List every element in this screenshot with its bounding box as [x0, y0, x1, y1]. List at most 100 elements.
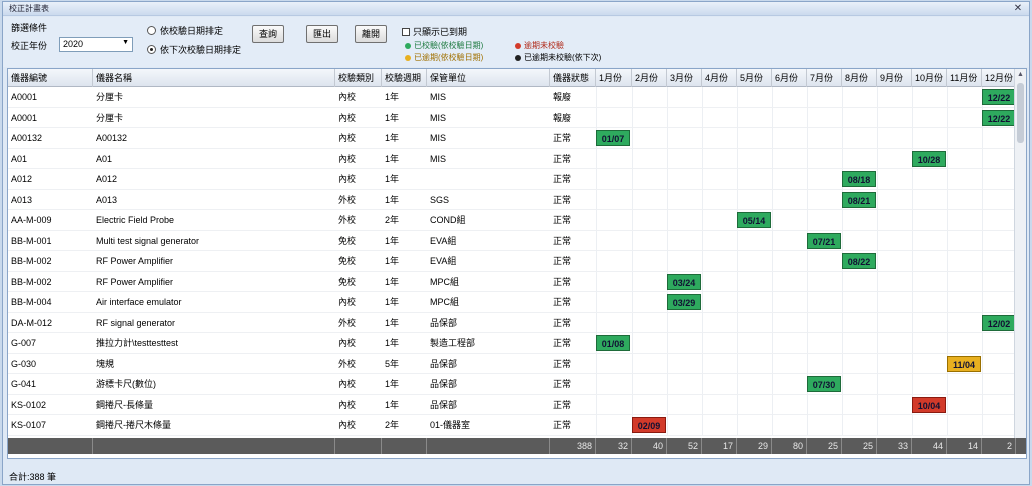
- column-header[interactable]: 5月份: [737, 69, 772, 87]
- calibration-date-badge[interactable]: 01/07: [596, 130, 630, 146]
- query-button[interactable]: 查詢: [252, 25, 284, 43]
- table-row[interactable]: A01 A01 內校 1年 MIS 正常 10/28: [8, 148, 1026, 169]
- cell-status: 報廢: [553, 112, 572, 123]
- cell-id: BB-M-002: [11, 256, 52, 266]
- table-row[interactable]: BB-M-002 RF Power Amplifier 免校 1年 MPC組 正常 03/2…: [8, 271, 1026, 292]
- month-cell: [702, 394, 737, 415]
- cell-name: RF signal generator: [96, 317, 176, 328]
- column-header[interactable]: 2月份: [632, 69, 667, 87]
- month-cell: [842, 312, 877, 333]
- table-row[interactable]: A00132 A00132 內校 1年 MIS 正常 01/07: [8, 128, 1026, 149]
- column-header[interactable]: 6月份: [772, 69, 807, 87]
- month-cell: [667, 251, 702, 271]
- month-cell: [842, 292, 877, 312]
- calibration-date-badge[interactable]: 12/22: [982, 109, 1016, 126]
- calibration-date-badge[interactable]: 05/14: [737, 212, 771, 228]
- calibration-date-badge[interactable]: 08/18: [842, 171, 876, 187]
- table-row[interactable]: A0001 分厘卡 內校 1年 MIS 報廢 12/22: [8, 107, 1026, 128]
- cell-type: 內校: [338, 112, 357, 123]
- column-header[interactable]: 校驗週期: [382, 69, 427, 87]
- month-cell: [632, 394, 667, 415]
- month-cell: [772, 87, 807, 107]
- cell-status: 正常: [553, 317, 572, 328]
- exit-button[interactable]: 離開: [355, 25, 387, 43]
- cell-status: 正常: [553, 194, 572, 205]
- cell-name: 分厘卡: [96, 92, 124, 102]
- radio-by-calibration-date[interactable]: 依校驗日期排定: [147, 24, 223, 37]
- table-row[interactable]: BB-M-002 RF Power Amplifier 免校 1年 EVA組 正常 08/2…: [8, 251, 1026, 272]
- table-row[interactable]: G-041 游標卡尺(數位) 內校 1年 品保部 正常 07/30: [8, 374, 1026, 395]
- calibration-date-badge[interactable]: 10/04: [912, 396, 946, 413]
- column-header[interactable]: 儀器狀態: [550, 69, 596, 87]
- vertical-scrollbar[interactable]: ▲: [1014, 69, 1026, 438]
- year-select[interactable]: 2020 ▼: [59, 37, 133, 52]
- cell-unit: 品保部: [430, 399, 458, 410]
- legend-yellow: 已逾期(依校驗日期): [405, 52, 483, 63]
- total-cell: 2: [982, 438, 1016, 454]
- calibration-date-badge[interactable]: 07/30: [807, 376, 841, 392]
- calibration-date-badge[interactable]: 08/21: [842, 191, 876, 208]
- column-header[interactable]: 12月份: [982, 69, 1016, 87]
- calibration-date-badge[interactable]: 11/04: [947, 355, 981, 372]
- calibration-date-badge[interactable]: 07/21: [807, 232, 841, 249]
- cell-name: RF Power Amplifier: [96, 276, 174, 287]
- scroll-up-icon[interactable]: ▲: [1017, 71, 1024, 78]
- cell-id: AA-M-009: [11, 215, 52, 225]
- month-cell: [982, 333, 1016, 353]
- cell-id: G-041: [11, 379, 37, 389]
- table-row[interactable]: BB-M-001 Multi test signal generator 免校 1年 E…: [8, 230, 1026, 251]
- calibration-date-badge[interactable]: 12/02: [982, 314, 1016, 331]
- total-cell: 388: [550, 438, 596, 454]
- column-header[interactable]: 儀器編號: [8, 69, 93, 87]
- month-cell: [702, 415, 737, 435]
- calibration-date-badge[interactable]: 02/09: [632, 417, 666, 433]
- export-button[interactable]: 匯出: [306, 25, 338, 43]
- column-header[interactable]: 9月份: [877, 69, 912, 87]
- month-cell: [772, 374, 807, 394]
- month-cell: [912, 415, 947, 435]
- month-cell: [737, 312, 772, 333]
- month-cell: [772, 353, 807, 374]
- column-header[interactable]: 7月份: [807, 69, 842, 87]
- table-row[interactable]: KS-0107 鋼捲尺-捲尺木條量 內校 2年 01-儀器室 正常 02/09: [8, 415, 1026, 436]
- column-header[interactable]: 4月份: [702, 69, 737, 87]
- calibration-date-badge[interactable]: 03/24: [667, 273, 701, 290]
- column-header[interactable]: 保管單位: [427, 69, 550, 87]
- month-cell: [807, 107, 842, 128]
- close-icon[interactable]: ✕: [1007, 3, 1029, 14]
- table-row[interactable]: A013 A013 外校 1年 SGS 正常 08/21: [8, 189, 1026, 210]
- column-header[interactable]: 10月份: [912, 69, 947, 87]
- total-cell: 32: [596, 438, 632, 454]
- month-cell: [632, 333, 667, 353]
- table-row[interactable]: G-030 塊規 外校 5年 品保部 正常 11/04: [8, 353, 1026, 374]
- column-header[interactable]: 8月份: [842, 69, 877, 87]
- month-cell: [632, 210, 667, 230]
- month-cell: [912, 374, 947, 394]
- cell-type: 外校: [338, 215, 357, 225]
- calibration-date-badge[interactable]: 10/28: [912, 150, 946, 167]
- table-row[interactable]: A0001 分厘卡 內校 1年 MIS 報廢 12/22: [8, 87, 1026, 108]
- column-header[interactable]: 3月份: [667, 69, 702, 87]
- calibration-date-badge[interactable]: 03/29: [667, 294, 701, 310]
- column-header[interactable]: 11月份: [947, 69, 982, 87]
- table-row[interactable]: AA-M-009 Electric Field Probe 外校 2年 COND組 正常 0…: [8, 210, 1026, 231]
- table-row[interactable]: A012 A012 內校 1年 正常 08/18: [8, 169, 1026, 190]
- column-header[interactable]: 校驗類別: [335, 69, 382, 87]
- column-header[interactable]: 儀器名稱: [93, 69, 335, 87]
- title-bar: 校正計畫表 ✕: [3, 2, 1029, 16]
- table-row[interactable]: KS-0102 鋼捲尺-長條量 內校 1年 品保部 正常 10/04: [8, 394, 1026, 415]
- scroll-thumb[interactable]: [1017, 83, 1024, 143]
- cell-id: A0001: [11, 92, 38, 102]
- calibration-date-badge[interactable]: 12/22: [982, 89, 1016, 105]
- table-row[interactable]: G-007 推拉力計\testtesttest 內校 1年 製造工程部 正常 01/08: [8, 333, 1026, 354]
- status-bar: 合計:388 筆: [9, 472, 57, 482]
- calibration-date-badge[interactable]: 08/22: [842, 253, 876, 269]
- calibration-date-badge[interactable]: 01/08: [596, 335, 630, 351]
- table-row[interactable]: DA-M-012 RF signal generator 外校 1年 品保部 正常 12/0…: [8, 312, 1026, 333]
- show-due-checkbox[interactable]: 只顯示已到期: [402, 25, 467, 38]
- radio-by-next-date[interactable]: 依下次校驗日期排定: [147, 43, 241, 56]
- table-row[interactable]: BB-M-004 Air interface emulator 內校 1年 MPC組 正常…: [8, 292, 1026, 313]
- column-header[interactable]: 1月份: [596, 69, 632, 87]
- month-cell: [702, 148, 737, 169]
- month-cell: [667, 394, 702, 415]
